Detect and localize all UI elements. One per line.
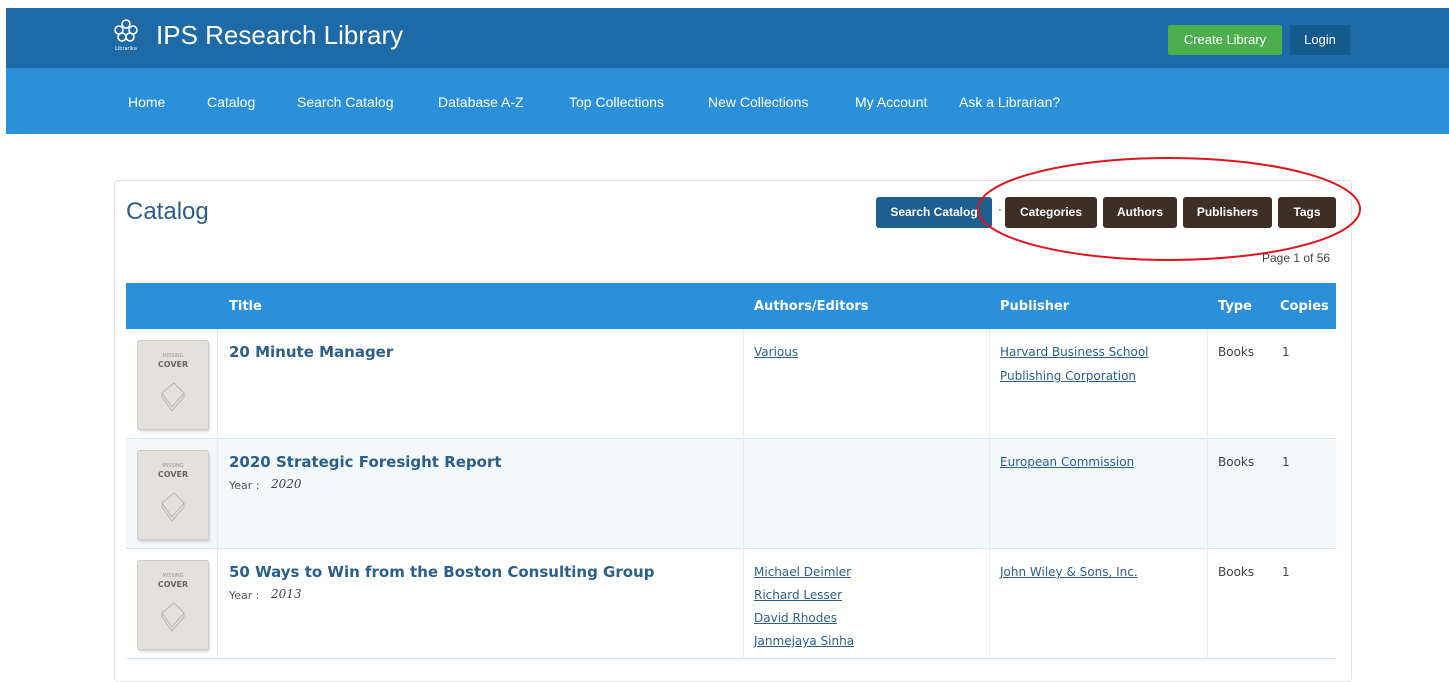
create-library-button[interactable]: Create Library — [1168, 25, 1282, 55]
cover-label: COVER — [157, 580, 189, 589]
cover-missing-label: MISSING — [162, 573, 184, 579]
year-value: 2020 — [271, 477, 302, 491]
search-catalog-button[interactable]: Search Catalog — [876, 197, 992, 228]
year-value: 2013 — [271, 587, 302, 601]
column-title[interactable]: Title — [229, 299, 262, 314]
column-copies[interactable]: Copies — [1280, 299, 1329, 314]
book-title-link[interactable]: 50 Ways to Win from the Boston Consultin… — [229, 563, 654, 581]
separator: · — [998, 203, 1002, 217]
book-cover[interactable]: MISSING COVER — [137, 450, 209, 540]
publishers-button[interactable]: Publishers — [1183, 197, 1272, 228]
categories-button[interactable]: Categories — [1005, 197, 1097, 228]
page-indicator: Page 1 of 56 — [1262, 251, 1331, 265]
site-title[interactable]: IPS Research Library — [156, 20, 403, 50]
publisher-link[interactable]: John Wiley & Sons, Inc. — [1000, 565, 1138, 579]
column-divider — [217, 329, 218, 659]
author-link[interactable]: Richard Lesser — [754, 588, 842, 602]
login-button[interactable]: Login — [1290, 25, 1350, 55]
column-divider — [989, 329, 990, 659]
cover-label: COVER — [157, 360, 189, 369]
table-header — [126, 283, 1336, 329]
book-title-link[interactable]: 20 Minute Manager — [229, 343, 393, 361]
nav-database-a-z[interactable]: Database A-Z — [438, 93, 524, 111]
publisher-link[interactable]: European Commission — [1000, 455, 1134, 469]
author-link[interactable]: David Rhodes — [754, 611, 837, 625]
column-divider — [743, 329, 744, 659]
cover-missing-label: MISSING — [162, 353, 184, 359]
book-icon — [161, 382, 185, 412]
page-title: Catalog — [126, 198, 209, 225]
type-cell: Books — [1218, 565, 1255, 579]
copies-cell: 1 — [1282, 345, 1290, 359]
copies-cell: 1 — [1282, 565, 1290, 579]
year-label: Year : — [229, 479, 260, 492]
nav-ask-a-librarian[interactable]: Ask a Librarian? — [959, 93, 1060, 111]
publisher-link[interactable]: Harvard Business School — [1000, 345, 1149, 359]
author-link[interactable]: Various — [754, 345, 798, 359]
year-label: Year : — [229, 589, 260, 602]
column-authors[interactable]: Authors/Editors — [754, 299, 869, 314]
book-icon — [161, 602, 185, 632]
type-cell: Books — [1218, 345, 1255, 359]
nav-search-catalog[interactable]: Search Catalog — [297, 93, 394, 111]
logo-caption: Librarika — [115, 46, 137, 52]
book-icon — [161, 492, 185, 522]
nav-catalog[interactable]: Catalog — [207, 93, 255, 111]
nav-top-collections[interactable]: Top Collections — [569, 93, 664, 111]
author-link[interactable]: Michael Deimler — [754, 565, 851, 579]
column-divider — [1207, 329, 1208, 659]
tags-button[interactable]: Tags — [1278, 197, 1336, 228]
column-publisher[interactable]: Publisher — [1000, 299, 1069, 314]
publisher-link[interactable]: Publishing Corporation — [1000, 369, 1136, 383]
book-cover[interactable]: MISSING COVER — [137, 340, 209, 430]
nav-home[interactable]: Home — [128, 93, 165, 111]
nav-my-account[interactable]: My Account — [855, 93, 927, 111]
librarika-logo-icon[interactable]: Librarika — [114, 18, 138, 52]
nav-new-collections[interactable]: New Collections — [708, 93, 808, 111]
column-type[interactable]: Type — [1218, 299, 1252, 314]
cover-missing-label: MISSING — [162, 463, 184, 469]
author-link[interactable]: Janmejaya Sinha — [754, 634, 854, 648]
cover-label: COVER — [157, 470, 189, 479]
copies-cell: 1 — [1282, 455, 1290, 469]
book-cover[interactable]: MISSING COVER — [137, 560, 209, 650]
type-cell: Books — [1218, 455, 1255, 469]
book-title-link[interactable]: 2020 Strategic Foresight Report — [229, 453, 502, 471]
authors-button[interactable]: Authors — [1103, 197, 1177, 228]
